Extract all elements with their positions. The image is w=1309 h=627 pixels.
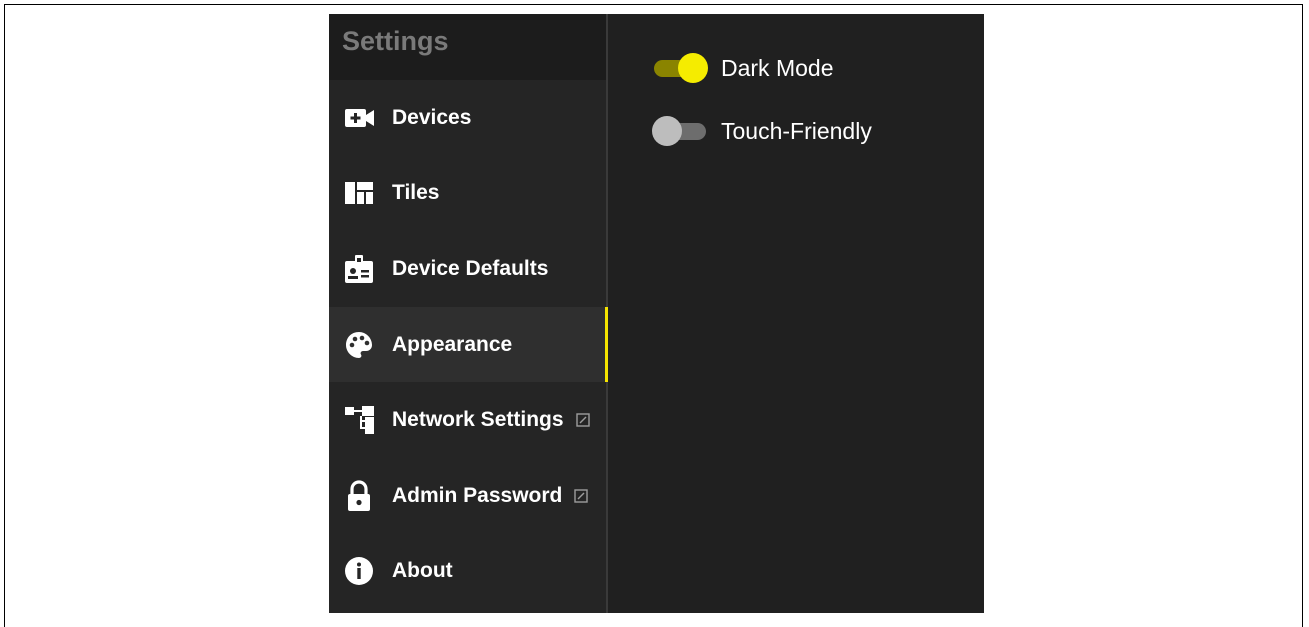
network-icon <box>344 406 376 435</box>
sidebar-item-label: Appearance <box>392 332 513 356</box>
sidebar-title: Settings <box>329 14 606 80</box>
touch-friendly-label: Touch-Friendly <box>721 117 872 144</box>
sidebar: Settings Devices Tiles Device Defaults A… <box>329 14 608 613</box>
dark-mode-row: Dark Mode <box>652 53 833 83</box>
lock-icon <box>344 480 376 511</box>
toggle-knob <box>652 116 682 146</box>
external-link-icon <box>574 489 589 503</box>
sidebar-item-label: Device Defaults <box>392 256 549 280</box>
touch-friendly-toggle[interactable] <box>652 116 708 146</box>
sidebar-item-device-defaults[interactable]: Device Defaults <box>329 231 606 307</box>
touch-friendly-row: Touch-Friendly <box>652 116 872 146</box>
dark-mode-label: Dark Mode <box>721 54 834 81</box>
add-video-icon <box>344 104 376 132</box>
sidebar-nav: Devices Tiles Device Defaults Appearance… <box>329 80 608 613</box>
dark-mode-toggle[interactable] <box>652 53 708 83</box>
sidebar-item-appearance[interactable]: Appearance <box>329 306 608 383</box>
sidebar-item-label: About <box>392 559 453 583</box>
sidebar-item-label: Tiles <box>392 181 440 205</box>
sidebar-item-admin-password[interactable]: Admin Password <box>329 458 606 534</box>
badge-icon <box>344 254 376 283</box>
sidebar-item-about[interactable]: About <box>329 534 606 610</box>
sidebar-item-label: Devices <box>392 105 472 129</box>
palette-icon <box>344 331 376 359</box>
sidebar-item-label: Network Settings <box>392 408 564 432</box>
appearance-panel: Dark Mode Touch-Friendly <box>608 14 984 613</box>
info-icon <box>344 557 376 586</box>
toggle-knob <box>678 53 708 83</box>
sidebar-item-devices[interactable]: Devices <box>329 80 606 156</box>
tiles-icon <box>344 179 376 207</box>
sidebar-item-network-settings[interactable]: Network Settings <box>329 382 606 458</box>
external-link-icon <box>575 413 590 427</box>
settings-app: Settings Devices Tiles Device Defaults A… <box>329 14 984 613</box>
sidebar-item-label: Admin Password <box>392 483 563 507</box>
sidebar-item-tiles[interactable]: Tiles <box>329 156 606 232</box>
